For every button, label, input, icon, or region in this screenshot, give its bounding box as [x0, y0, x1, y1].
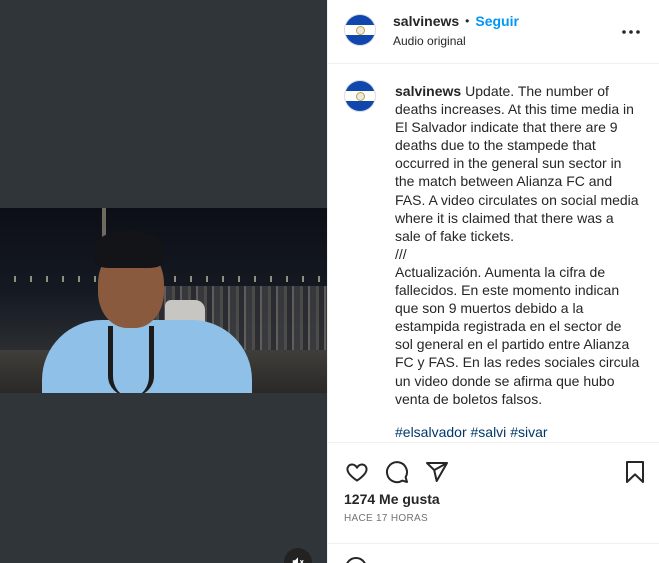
video-player[interactable] [0, 208, 327, 393]
comment-button[interactable] [384, 459, 410, 485]
caption: salvinews Update. The number of deaths in… [395, 82, 643, 408]
flag-stripe-top [345, 81, 375, 91]
separator-dot: • [465, 14, 470, 28]
flag-stripe-bottom [345, 35, 375, 45]
hashtag-link[interactable]: #sivar [510, 424, 547, 440]
avatar[interactable] [344, 14, 376, 46]
person-cap [94, 230, 164, 268]
follow-button[interactable]: Seguir [475, 13, 519, 29]
flag-stripe-top [345, 15, 375, 25]
heart-icon [346, 463, 368, 482]
emoji-icon[interactable] [344, 556, 368, 563]
flag-stripe-bottom [345, 101, 375, 111]
actions-bar: 1274 Me gusta HACE 17 HORAS [328, 442, 659, 563]
save-button[interactable] [622, 459, 648, 485]
comment-bar [328, 543, 659, 563]
caption-avatar[interactable] [344, 80, 376, 112]
post-header: salvinews • Seguir Audio original [328, 0, 659, 64]
lanyard [108, 326, 154, 393]
like-button[interactable] [344, 459, 370, 485]
muted-speaker-icon [292, 557, 304, 563]
bookmark-icon [626, 461, 644, 483]
post-timestamp[interactable]: HACE 17 HORAS [344, 513, 428, 524]
more-options-icon [622, 30, 640, 34]
hashtag-link[interactable]: #elsalvador [395, 424, 467, 440]
flag-emblem [355, 25, 365, 35]
audio-label[interactable]: Audio original [393, 34, 466, 48]
caption-text: Update. The number of deaths increases. … [395, 83, 640, 407]
more-options-button[interactable] [619, 20, 643, 44]
media-pane [0, 0, 327, 563]
comment-icon [386, 461, 408, 484]
post-panel: salvinews • Seguir Audio original salvin… [327, 0, 659, 563]
hashtag-link[interactable]: #salvi [471, 424, 507, 440]
share-button[interactable] [424, 459, 450, 485]
flag-emblem [355, 91, 365, 101]
username-link[interactable]: salvinews [393, 13, 459, 29]
caption-area: salvinews Update. The number of deaths in… [328, 64, 659, 442]
send-icon [426, 462, 448, 482]
caption-username[interactable]: salvinews [395, 83, 461, 99]
header-user-row: salvinews • Seguir [393, 13, 519, 29]
likes-count[interactable]: 1274 Me gusta [344, 491, 440, 507]
hashtags: #elsalvador #salvi #sivar [395, 424, 548, 440]
mute-button[interactable] [284, 548, 312, 563]
